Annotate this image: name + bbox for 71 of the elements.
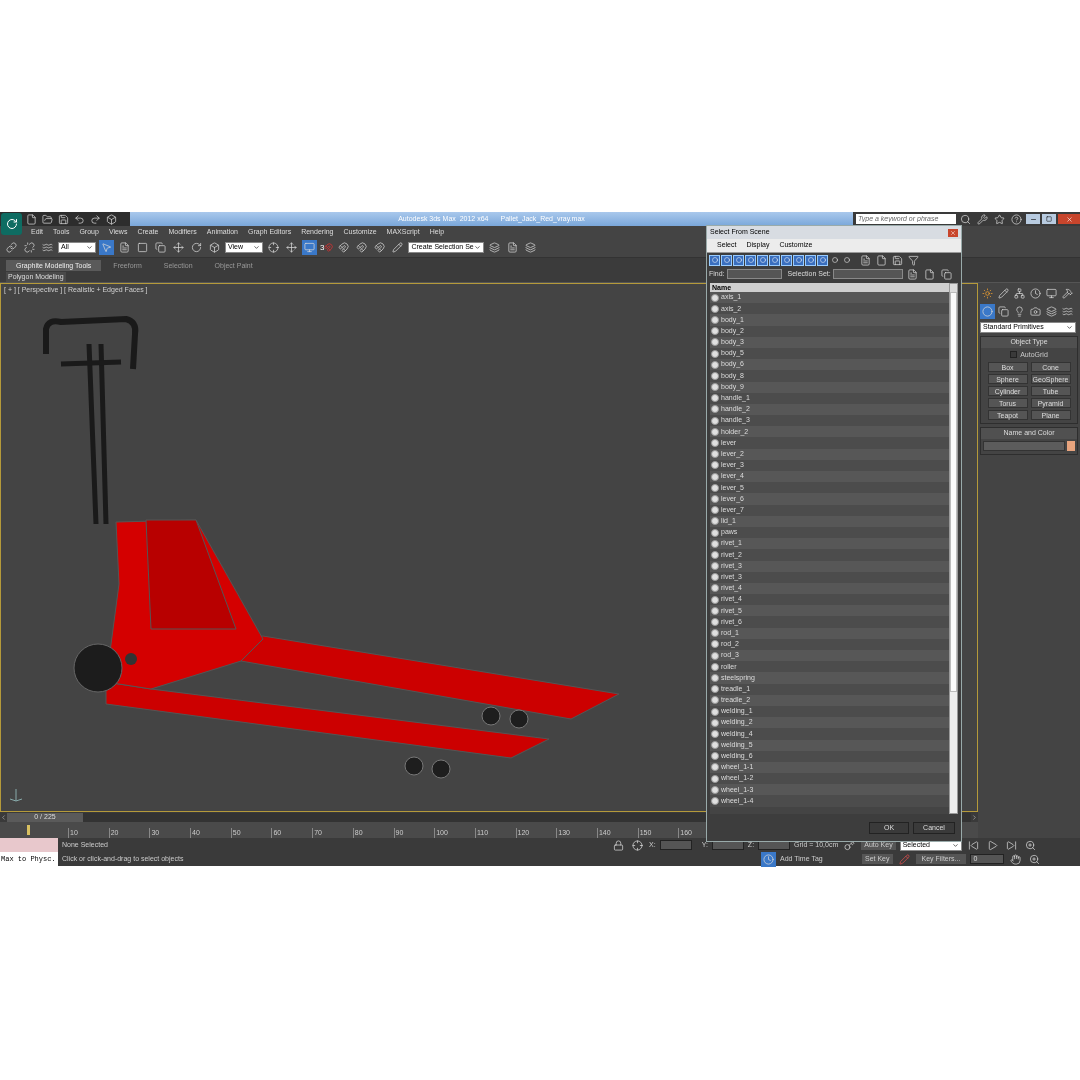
display-filter-button[interactable] (745, 254, 756, 266)
list-icon[interactable] (858, 252, 873, 268)
close-icon[interactable] (1058, 214, 1080, 224)
key-pencil-icon[interactable] (896, 851, 912, 867)
close-icon[interactable] (948, 228, 958, 237)
display-filter-button[interactable] (757, 254, 768, 266)
layer-icon[interactable] (523, 240, 539, 255)
restore-icon[interactable] (1042, 214, 1056, 224)
display-filter-button[interactable] (805, 254, 816, 266)
percent-snap-icon[interactable] (354, 240, 370, 255)
lock-icon[interactable] (611, 837, 626, 853)
modify-tab-icon[interactable] (996, 286, 1011, 301)
window-crossing-icon[interactable] (153, 240, 168, 255)
helpers-icon[interactable] (1044, 304, 1059, 319)
caret-icon (253, 244, 260, 251)
wrench-icon[interactable] (975, 211, 990, 227)
spinner-snap-icon[interactable] (372, 240, 388, 255)
new-icon[interactable] (24, 211, 39, 227)
edit-named-selection-icon[interactable] (390, 240, 406, 255)
utilities-tab-icon[interactable] (1060, 286, 1075, 301)
manipulate-icon[interactable] (284, 240, 299, 255)
help-icon[interactable] (1009, 211, 1024, 227)
rectangle-selection-icon[interactable] (135, 240, 150, 255)
move-icon[interactable] (171, 240, 186, 255)
display-filter-button[interactable] (829, 254, 840, 266)
autogrid-checkbox[interactable] (1010, 351, 1018, 359)
minimize-icon[interactable] (1026, 214, 1040, 224)
time-marker-icon (27, 825, 30, 835)
display-filter-button[interactable] (841, 254, 852, 266)
timeline-back-icon[interactable] (0, 813, 7, 821)
timeline-forward-icon[interactable] (971, 813, 978, 821)
display-filter-button[interactable] (733, 254, 744, 266)
select-object-icon[interactable] (99, 240, 114, 255)
display-filter-button[interactable] (709, 254, 720, 266)
project-icon[interactable] (104, 211, 119, 227)
star-icon[interactable] (992, 211, 1007, 227)
create-tab-icon[interactable] (980, 286, 995, 301)
unlink-icon[interactable] (22, 240, 37, 255)
listener-field[interactable] (0, 838, 58, 852)
rotate-icon[interactable] (189, 240, 204, 255)
app-logo-icon[interactable] (1, 213, 22, 235)
display-tab-icon[interactable] (1044, 286, 1059, 301)
motion-tab-icon[interactable] (1028, 286, 1043, 301)
pan-icon[interactable] (1008, 851, 1024, 867)
display-filter-button[interactable] (721, 254, 732, 266)
cameras-icon[interactable] (1028, 304, 1043, 319)
caret-icon (86, 244, 93, 251)
display-filter-button[interactable] (817, 254, 828, 266)
display-filter-button[interactable] (769, 254, 780, 266)
time-tag-icon[interactable] (761, 851, 776, 867)
caret-icon (1066, 324, 1073, 331)
set-icon[interactable] (938, 266, 954, 282)
scrollbar[interactable] (949, 283, 958, 814)
caret-icon (474, 244, 482, 251)
hierarchy-tab-icon[interactable] (1012, 286, 1027, 301)
find-field[interactable] (726, 269, 782, 279)
page-icon[interactable] (874, 252, 889, 268)
absolute-mode-icon[interactable] (630, 837, 645, 853)
caret-icon (951, 841, 959, 849)
select-by-name-icon[interactable] (117, 240, 132, 255)
x-field[interactable] (659, 840, 692, 850)
angle-snap-icon[interactable] (336, 240, 352, 255)
snap-toggle[interactable]: 3 (320, 241, 334, 254)
display-filter-button[interactable] (793, 254, 804, 266)
display-filter-button[interactable] (781, 254, 792, 266)
shapes-icon[interactable] (996, 304, 1011, 319)
name-field[interactable] (983, 440, 1065, 451)
pivot-icon[interactable] (266, 240, 281, 255)
color-swatch[interactable] (1067, 440, 1075, 451)
axis-gizmo-icon (9, 787, 23, 803)
link-icon[interactable] (4, 240, 19, 255)
